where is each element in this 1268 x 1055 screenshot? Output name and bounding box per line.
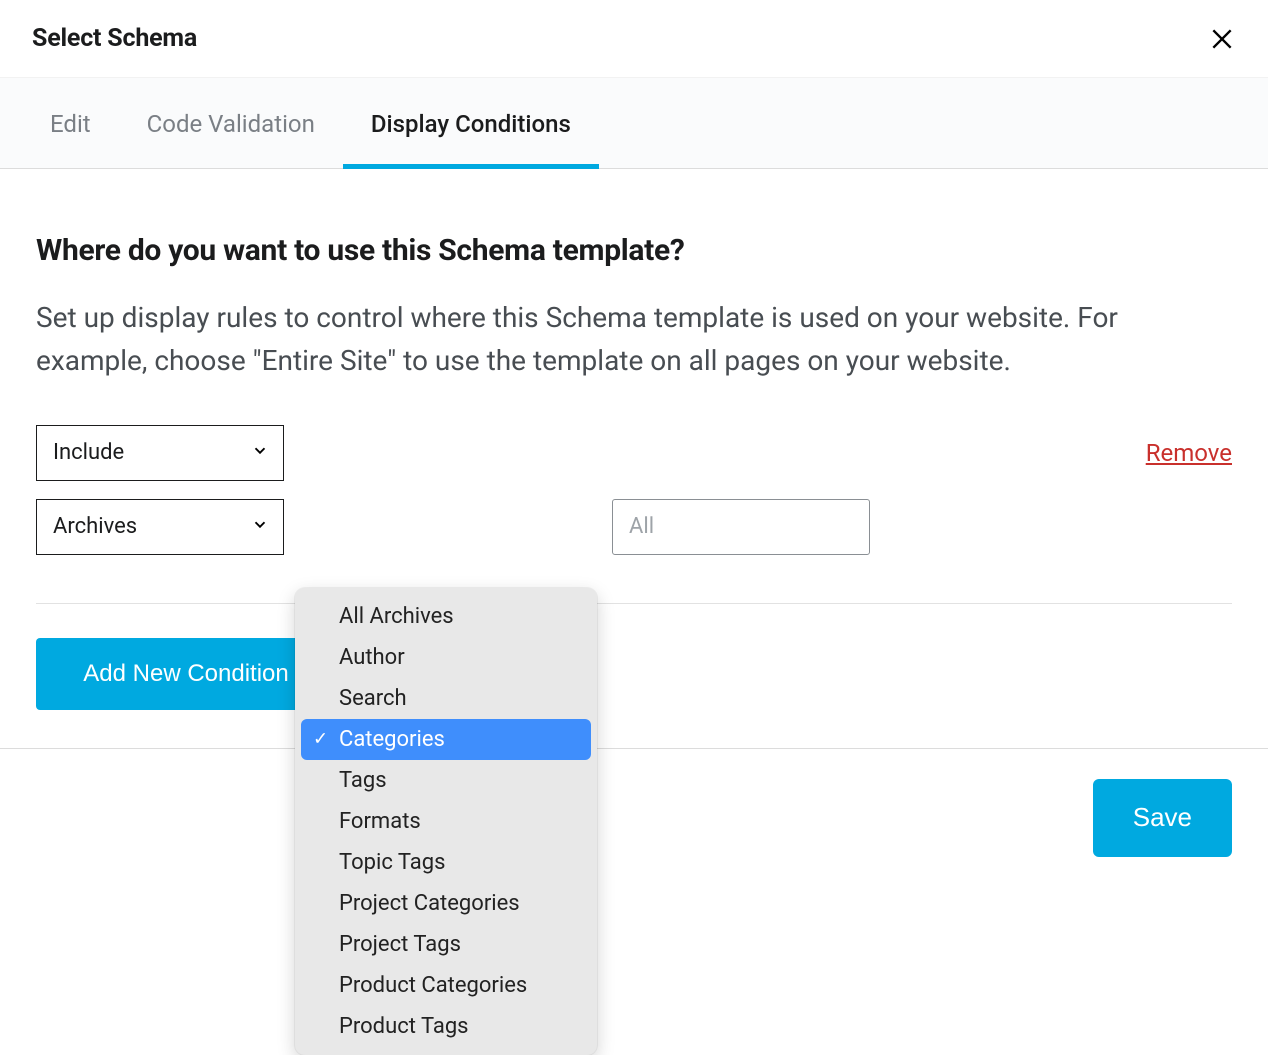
condition-row-top: Include Remove [36, 425, 1232, 481]
dropdown-option[interactable]: Topic Tags [301, 842, 591, 883]
add-condition-row: Add New Condition [36, 604, 1232, 748]
modal-body: Where do you want to use this Schema tem… [0, 169, 1268, 748]
archive-type-select[interactable]: Archives [36, 499, 284, 555]
modal-title: Select Schema [32, 24, 197, 53]
dropdown-option[interactable]: Project Categories [301, 883, 591, 924]
select-schema-modal: Select Schema Edit Code Validation Displ… [0, 0, 1268, 887]
modal-footer: Save [0, 748, 1268, 887]
close-icon [1209, 26, 1235, 52]
modal-header: Select Schema [0, 0, 1268, 78]
dropdown-option[interactable]: Formats [301, 801, 591, 842]
dropdown-option[interactable]: Tags [301, 760, 591, 801]
target-value-placeholder: All [629, 514, 654, 539]
dropdown-option-selected[interactable]: Categories [301, 719, 591, 760]
target-value-input[interactable]: All [612, 499, 870, 555]
tab-bar: Edit Code Validation Display Conditions [0, 78, 1268, 169]
tab-code-validation[interactable]: Code Validation [133, 78, 329, 168]
include-select[interactable]: Include [36, 425, 284, 481]
close-button[interactable] [1208, 25, 1236, 53]
dropdown-option[interactable]: Search [301, 678, 591, 719]
add-new-condition-button[interactable]: Add New Condition [36, 638, 336, 710]
include-select-value: Include [53, 440, 124, 465]
tab-edit[interactable]: Edit [36, 78, 105, 168]
dropdown-option[interactable]: Author [301, 637, 591, 678]
target-select-dropdown[interactable]: All Archives Author Search Categories Ta… [295, 588, 597, 1055]
dropdown-option[interactable]: Product Tags [301, 1006, 591, 1047]
dropdown-option[interactable]: Product Categories [301, 965, 591, 1006]
save-button[interactable]: Save [1093, 779, 1232, 857]
body-description: Set up display rules to control where th… [36, 296, 1136, 383]
chevron-down-icon [251, 440, 269, 465]
tab-display-conditions[interactable]: Display Conditions [357, 78, 585, 168]
remove-condition-link[interactable]: Remove [1146, 439, 1232, 467]
condition-row-bottom: Archives All [36, 499, 1232, 604]
archive-type-value: Archives [53, 514, 137, 539]
chevron-down-icon [251, 514, 269, 539]
dropdown-option[interactable]: All Archives [301, 596, 591, 637]
dropdown-option[interactable]: Project Tags [301, 924, 591, 965]
body-heading: Where do you want to use this Schema tem… [36, 233, 1232, 268]
